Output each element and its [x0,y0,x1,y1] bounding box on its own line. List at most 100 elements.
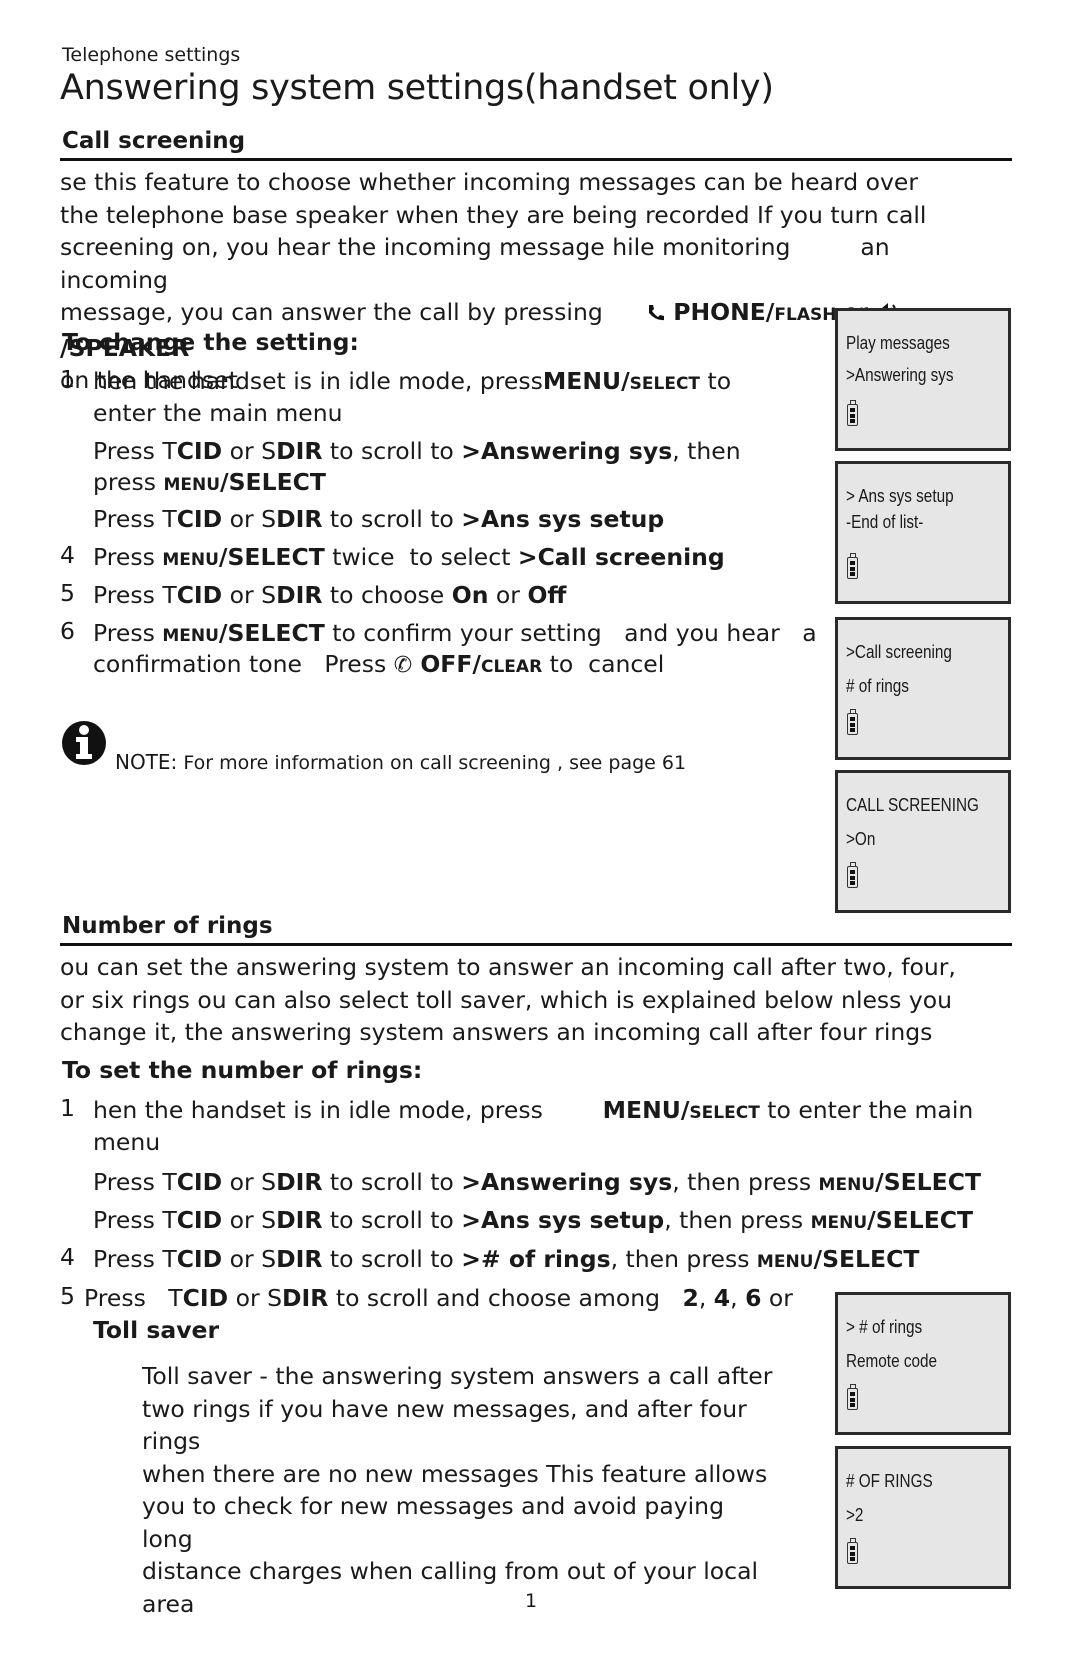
step-text: or [222,505,262,533]
step-text: Press [93,1206,163,1234]
step-text: T [162,1245,177,1273]
step-number: 5 [60,579,75,607]
step-number: 4 [60,1243,75,1271]
step-text: Press [93,1245,163,1273]
key-label: >Answering sys [461,1168,673,1196]
step-text: T [162,505,177,533]
step-line: hen the handset is in idle mode, pressME… [93,365,731,400]
step-text: T [162,1168,177,1196]
step-number: 4 [60,541,75,569]
step-line: hen the handset is in idle mode, press M… [93,1094,973,1129]
step-text: , [730,1284,746,1312]
page-number: 1 [525,1590,538,1612]
page-title: Answering system settings(handset only) [60,68,774,108]
step-line-continued: enter the main menu [93,399,343,427]
key-label: >Ans sys setup [461,1206,665,1234]
key-label: CID [176,1245,223,1273]
key-label: >Ans sys setup [461,505,665,533]
key-label: MENU/ [542,367,630,395]
key-label: >Call screening [517,543,725,571]
step-text: S [261,1168,277,1196]
key-label-smallcaps: MENU [162,626,219,646]
key-label: CID [176,505,223,533]
battery-icon [847,1538,858,1564]
step-text: , then [672,437,741,465]
step-text: Press [93,619,163,647]
step-line: Press TCID or SDIR to scroll to >Ans sys… [93,1204,973,1239]
step-text: to choose [322,581,452,609]
section-heading-number-of-rings: Number of rings [62,913,273,939]
step-text: twice to select [324,543,518,571]
key-label-smallcaps: MENU [810,1213,868,1233]
key-label-smallcaps: MENU [162,550,219,570]
key-label: MENU/ [602,1096,690,1124]
step-line: Press MENU/SELECT to confirm your settin… [93,617,817,652]
step-text: to scroll to [322,1206,462,1234]
key-label: 4 [713,1284,731,1312]
intro-line: the telephone base speaker when they are… [60,200,927,229]
key-label: CID [182,1284,229,1312]
key-label: CID [176,581,223,609]
key-label: /SELECT [813,1245,920,1273]
step-text: Press [84,1284,169,1312]
section-divider [60,943,1012,946]
step-text: or [222,437,262,465]
step-text: to scroll to [322,1168,462,1196]
lcd-screen: Play messages >Answering sys [835,308,1011,451]
step-text: Press [93,505,163,533]
step-text: or [761,1284,793,1312]
step-text: , then press [672,1168,819,1196]
step-text: or [228,1284,268,1312]
step-text: to scroll to [322,437,462,465]
step-number: 6 [60,617,75,645]
step-text: S [261,1245,277,1273]
step-text: S [261,1206,277,1234]
key-label: DIR [276,437,323,465]
step-text: to scroll and choose among [328,1284,683,1312]
note: NOTE: For more information on call scree… [115,750,687,774]
battery-icon [847,1384,858,1410]
step-line: Press TCID or SDIR to scroll to ># of ri… [93,1243,919,1278]
step-number: 1 [60,1094,75,1122]
step-text: to scroll to [322,505,462,533]
step-text: press [93,468,164,496]
key-label: OFF/ [412,650,481,678]
step-line: Press TCID or SDIR to choose On or Off [93,579,566,611]
key-label: 2 [682,1284,699,1312]
key-label-smallcaps: MENU [756,1252,814,1272]
battery-icon [847,862,858,888]
step-line-continued: Toll saver [93,1314,219,1346]
key-label: /SELECT [867,1206,974,1234]
step-number: 5 [60,1282,75,1310]
key-label: DIR [276,1206,323,1234]
key-label-smallcaps: MENU [163,475,221,495]
step-text: confirmation tone Press [93,650,394,678]
step-text: or [488,581,528,609]
key-label: /SELECT [220,468,326,496]
step-line: Press MENU/SELECT twice to select >Call … [93,541,725,576]
step-text: T [162,581,177,609]
step-text: , then press [610,1245,757,1273]
subheading-change-setting: To change the setting: [62,328,359,356]
key-label: DIR [276,581,323,609]
toll-saver-description: Toll saver - the answering system answer… [142,1362,773,1618]
intro-line: or six rings ou can also select toll sav… [60,985,953,1014]
step-text: S [267,1284,283,1312]
key-label: CID [176,1168,223,1196]
key-label-smallcaps: CLEAR [481,657,543,677]
step-text: , [698,1284,714,1312]
step-text: T [168,1284,183,1312]
step-text: S [261,581,277,609]
battery-icon [847,400,858,426]
number-of-rings-intro: ou can set the answering system to answe… [60,951,980,1049]
key-label: /SELECT [218,619,325,647]
step-text: Press [93,1168,163,1196]
step-number: 1 [60,365,75,393]
step-line-continued: menu [93,1128,161,1156]
battery-icon [847,553,858,579]
step-line: Press TCID or SDIR to scroll to >Answeri… [93,435,741,467]
step-text: or [222,1168,262,1196]
lcd-screen: > Ans sys setup -End of list- [835,461,1011,604]
key-label: CID [176,1206,223,1234]
step-text: T [162,1206,177,1234]
